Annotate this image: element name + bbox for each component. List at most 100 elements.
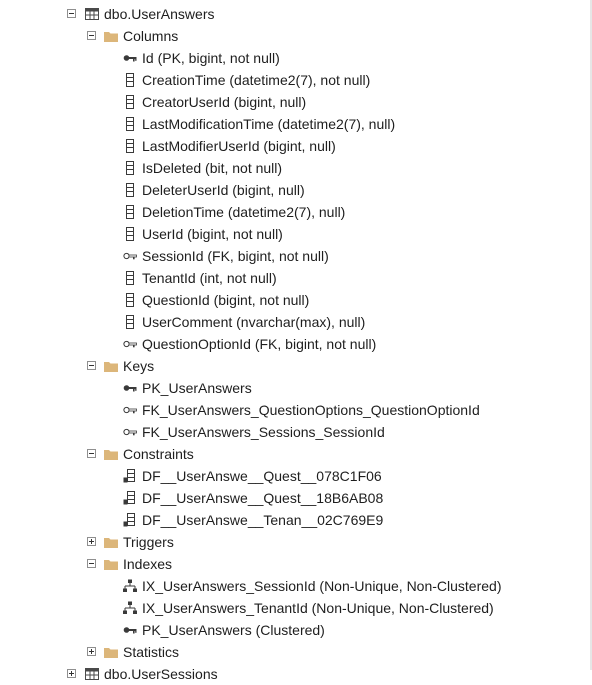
folder-icon bbox=[104, 450, 118, 460]
column-label: Id (PK, bigint, not null) bbox=[142, 50, 280, 66]
primary-key-icon bbox=[123, 55, 137, 62]
column-label: TenantId (int, not null) bbox=[142, 270, 277, 286]
foreign-key-icon bbox=[123, 428, 137, 436]
column-icon bbox=[126, 95, 134, 109]
column-icon bbox=[126, 73, 134, 87]
column-label: CreationTime (datetime2(7), not null) bbox=[142, 72, 371, 88]
column-icon bbox=[126, 183, 134, 197]
folder-icon bbox=[104, 32, 118, 42]
column-label: SessionId (FK, bigint, not null) bbox=[142, 248, 329, 264]
key-label: FK_UserAnswers_QuestionOptions_QuestionO… bbox=[142, 402, 480, 418]
index-label: PK_UserAnswers (Clustered) bbox=[142, 622, 325, 638]
column-label: DeletionTime (datetime2(7), null) bbox=[142, 204, 346, 220]
foreign-key-icon bbox=[123, 252, 137, 260]
column-label: QuestionId (bigint, not null) bbox=[142, 292, 310, 308]
folder-icon bbox=[104, 538, 118, 548]
tree-node-keys-folder[interactable]: Keys bbox=[0, 355, 590, 377]
folder-icon bbox=[104, 362, 118, 372]
tree-node-triggers-folder[interactable]: Triggers bbox=[0, 531, 590, 553]
tree-node-key[interactable]: PK_UserAnswers bbox=[0, 377, 590, 399]
folder-icon bbox=[104, 560, 118, 570]
primary-key-icon bbox=[123, 385, 137, 392]
tree-node-table-useranswers[interactable]: dbo.UserAnswers bbox=[0, 3, 590, 25]
tree-node-column[interactable]: CreatorUserId (bigint, null) bbox=[0, 91, 590, 113]
object-explorer-tree: dbo.UserAnswers Columns Id (PK, bigint, … bbox=[0, 3, 590, 685]
tree-node-indexes-folder[interactable]: Indexes bbox=[0, 553, 590, 575]
column-icon bbox=[126, 117, 134, 131]
tree-node-column[interactable]: LastModifierUserId (bigint, null) bbox=[0, 135, 590, 157]
tree-node-column[interactable]: DeleterUserId (bigint, null) bbox=[0, 179, 590, 201]
tree-node-column[interactable]: QuestionId (bigint, not null) bbox=[0, 289, 590, 311]
tree-node-constraint[interactable]: DF__UserAnswe__Quest__18B6AB08 bbox=[0, 487, 590, 509]
tree-node-key[interactable]: FK_UserAnswers_Sessions_SessionId bbox=[0, 421, 590, 443]
tree-node-index[interactable]: IX_UserAnswers_TenantId (Non-Unique, Non… bbox=[0, 597, 590, 619]
collapse-toggle[interactable] bbox=[87, 361, 96, 370]
tree-node-constraint[interactable]: DF__UserAnswe__Quest__078C1F06 bbox=[0, 465, 590, 487]
folder-label-statistics: Statistics bbox=[123, 644, 180, 660]
tree-node-column[interactable]: LastModificationTime (datetime2(7), null… bbox=[0, 113, 590, 135]
folder-label-keys: Keys bbox=[123, 358, 155, 374]
column-label: QuestionOptionId (FK, bigint, not null) bbox=[142, 336, 377, 352]
folder-label-constraints: Constraints bbox=[123, 446, 194, 462]
folder-label-columns: Columns bbox=[123, 28, 179, 44]
tree-node-index[interactable]: PK_UserAnswers (Clustered) bbox=[0, 619, 590, 641]
key-label: FK_UserAnswers_Sessions_SessionId bbox=[142, 424, 385, 440]
tree-node-column[interactable]: Id (PK, bigint, not null) bbox=[0, 47, 590, 69]
column-icon bbox=[126, 293, 134, 307]
column-icon bbox=[126, 227, 134, 241]
tree-node-column[interactable]: UserId (bigint, not null) bbox=[0, 223, 590, 245]
column-icon bbox=[126, 161, 134, 175]
tree-node-column[interactable]: UserComment (nvarchar(max), null) bbox=[0, 311, 590, 333]
table-icon bbox=[85, 668, 99, 680]
column-label: CreatorUserId (bigint, null) bbox=[142, 94, 307, 110]
tree-node-column[interactable]: QuestionOptionId (FK, bigint, not null) bbox=[0, 333, 590, 355]
column-icon bbox=[126, 271, 134, 285]
column-label: UserComment (nvarchar(max), null) bbox=[142, 314, 366, 330]
tree-node-statistics-folder[interactable]: Statistics bbox=[0, 641, 590, 663]
constraint-icon bbox=[123, 513, 135, 527]
foreign-key-icon bbox=[123, 406, 137, 414]
column-label: UserId (bigint, not null) bbox=[142, 226, 283, 242]
tree-node-column[interactable]: IsDeleted (bit, not null) bbox=[0, 157, 590, 179]
folder-icon bbox=[104, 648, 118, 658]
collapse-toggle[interactable] bbox=[87, 31, 96, 40]
tree-node-column[interactable]: CreationTime (datetime2(7), not null) bbox=[0, 69, 590, 91]
table-label: dbo.UserAnswers bbox=[104, 6, 215, 22]
foreign-key-icon bbox=[123, 340, 137, 348]
index-label: IX_UserAnswers_SessionId (Non-Unique, No… bbox=[142, 578, 502, 594]
tree-node-index[interactable]: IX_UserAnswers_SessionId (Non-Unique, No… bbox=[0, 575, 590, 597]
column-icon bbox=[126, 139, 134, 153]
tree-node-column[interactable]: SessionId (FK, bigint, not null) bbox=[0, 245, 590, 267]
tree-node-column[interactable]: TenantId (int, not null) bbox=[0, 267, 590, 289]
tree-node-table-usersessions[interactable]: dbo.UserSessions bbox=[0, 663, 590, 685]
tree-node-columns-folder[interactable]: Columns bbox=[0, 25, 590, 47]
column-label: LastModificationTime (datetime2(7), null… bbox=[142, 116, 396, 132]
column-label: DeleterUserId (bigint, null) bbox=[142, 182, 305, 198]
index-icon bbox=[123, 601, 137, 614]
index-label: IX_UserAnswers_TenantId (Non-Unique, Non… bbox=[142, 600, 494, 616]
folder-label-indexes: Indexes bbox=[123, 556, 173, 572]
expand-toggle[interactable] bbox=[87, 647, 96, 656]
constraint-label: DF__UserAnswe__Tenan__02C769E9 bbox=[142, 512, 384, 528]
expand-toggle[interactable] bbox=[67, 669, 76, 678]
collapse-toggle[interactable] bbox=[87, 559, 96, 568]
column-icon bbox=[126, 315, 134, 329]
constraint-label: DF__UserAnswe__Quest__078C1F06 bbox=[142, 468, 382, 484]
column-icon bbox=[126, 205, 134, 219]
expand-toggle[interactable] bbox=[87, 537, 96, 546]
tree-node-constraint[interactable]: DF__UserAnswe__Tenan__02C769E9 bbox=[0, 509, 590, 531]
constraint-label: DF__UserAnswe__Quest__18B6AB08 bbox=[142, 490, 384, 506]
collapse-toggle[interactable] bbox=[87, 449, 96, 458]
collapse-toggle[interactable] bbox=[67, 9, 76, 18]
tree-node-column[interactable]: DeletionTime (datetime2(7), null) bbox=[0, 201, 590, 223]
table-icon bbox=[85, 8, 99, 20]
table-label: dbo.UserSessions bbox=[104, 666, 218, 682]
folder-label-triggers: Triggers bbox=[123, 534, 174, 550]
constraint-icon bbox=[123, 469, 135, 483]
column-label: IsDeleted (bit, not null) bbox=[142, 160, 283, 176]
constraint-icon bbox=[123, 491, 135, 505]
key-label: PK_UserAnswers bbox=[142, 380, 252, 396]
tree-node-constraints-folder[interactable]: Constraints bbox=[0, 443, 590, 465]
tree-node-key[interactable]: FK_UserAnswers_QuestionOptions_QuestionO… bbox=[0, 399, 590, 421]
column-label: LastModifierUserId (bigint, null) bbox=[142, 138, 336, 154]
